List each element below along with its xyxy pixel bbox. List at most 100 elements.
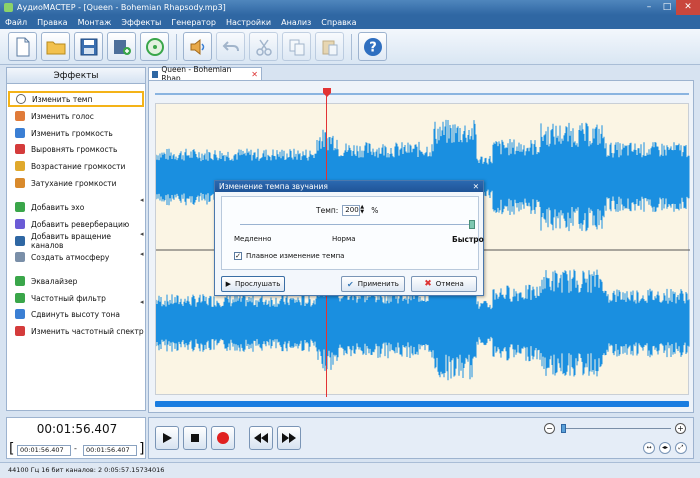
effect-item[interactable]: Изменить громкость xyxy=(7,125,145,141)
play-icon xyxy=(163,433,172,443)
record-cd-button[interactable] xyxy=(140,32,169,61)
dialog-titlebar: Изменение темпа звучания ✕ xyxy=(215,181,483,192)
collapse-arrow-icon[interactable]: ◂ xyxy=(140,298,144,306)
zoom-in-button[interactable]: + xyxy=(675,423,686,434)
menu-settings[interactable]: Настройки xyxy=(221,18,276,27)
cancel-x-icon: ✖ xyxy=(424,279,432,289)
effect-item[interactable]: Добавить эхо xyxy=(7,199,145,215)
tempo-spinner[interactable]: ▲ ▼ xyxy=(360,205,367,216)
effect-item[interactable]: Возрастание громкости xyxy=(7,158,145,174)
menu-generator[interactable]: Генератор xyxy=(166,18,221,27)
folder-icon xyxy=(46,41,65,54)
effect-item[interactable]: Добавить вращение каналов xyxy=(7,232,145,250)
collapse-arrow-icon[interactable]: ◂ xyxy=(140,250,144,258)
menu-bar: Файл Правка Монтаж Эффекты Генератор Нас… xyxy=(0,15,700,29)
selection-end-field[interactable]: 00:01:56.407 xyxy=(83,445,137,456)
fade-out-icon xyxy=(15,178,25,188)
spectrum-icon xyxy=(15,326,25,336)
close-button[interactable]: ✕ xyxy=(676,0,700,15)
tempo-input[interactable]: 200 xyxy=(342,205,361,216)
tab-close-icon[interactable]: ✕ xyxy=(251,70,258,79)
fast-label: Быстро xyxy=(452,235,484,244)
fade-in-icon xyxy=(15,161,25,171)
effect-item[interactable]: Выровнять громкость xyxy=(7,141,145,157)
preview-button[interactable]: ▶ Прослушать xyxy=(221,276,285,292)
effect-item[interactable]: Эквалайзер xyxy=(7,273,145,289)
film-add-icon xyxy=(113,39,131,55)
app-icon xyxy=(4,3,13,12)
effect-item[interactable]: Добавить реверберацию xyxy=(7,216,145,232)
copy-icon xyxy=(289,39,304,55)
new-file-button[interactable] xyxy=(8,32,37,61)
effects-panel: Эффекты Изменить темп Изменить голос Измен… xyxy=(6,67,146,411)
svg-text:?: ? xyxy=(369,40,377,55)
effect-item[interactable]: Изменить голос xyxy=(7,108,145,124)
menu-effects[interactable]: Эффекты xyxy=(116,18,166,27)
import-audio-button[interactable] xyxy=(183,32,212,61)
play-button[interactable] xyxy=(155,426,179,450)
menu-edit[interactable]: Правка xyxy=(32,18,72,27)
zoom-slider-thumb[interactable] xyxy=(561,424,566,433)
help-button[interactable]: ? xyxy=(358,32,387,61)
file-tab[interactable]: Queen - Bohemian Rhap... ✕ xyxy=(148,65,262,83)
zoom-out-button[interactable]: − xyxy=(544,423,555,434)
stop-button[interactable] xyxy=(183,426,207,450)
effect-item[interactable]: Частотный фильтр xyxy=(7,290,145,306)
add-video-button[interactable] xyxy=(107,32,136,61)
check-icon: ✔ xyxy=(347,279,354,289)
undo-button[interactable] xyxy=(216,32,245,61)
tempo-slider-track[interactable] xyxy=(240,224,472,225)
zoom-slider-track[interactable] xyxy=(563,428,671,429)
fit-width-icon[interactable]: ↔ xyxy=(643,442,655,454)
smooth-tempo-row[interactable]: ✓ Плавное изменение темпа xyxy=(234,252,344,260)
paste-icon xyxy=(322,40,337,55)
save-button[interactable] xyxy=(74,32,103,61)
rewind-button[interactable] xyxy=(249,426,273,450)
horizontal-scrollbar[interactable] xyxy=(155,401,689,407)
effect-item-label: Создать атмосферу xyxy=(31,252,110,262)
dialog-close-icon[interactable]: ✕ xyxy=(473,181,479,192)
collapse-arrow-icon[interactable]: ◂ xyxy=(140,230,144,238)
menu-analysis[interactable]: Анализ xyxy=(276,18,316,27)
open-file-button[interactable] xyxy=(41,32,70,61)
effect-item[interactable]: Создать атмосферу xyxy=(7,249,145,265)
cut-button[interactable] xyxy=(249,32,278,61)
fast-forward-button[interactable] xyxy=(277,426,301,450)
volume-icon xyxy=(15,128,25,138)
copy-button[interactable] xyxy=(282,32,311,61)
collapse-arrow-icon[interactable]: ◂ xyxy=(140,196,144,204)
menu-montage[interactable]: Монтаж xyxy=(73,18,117,27)
menu-file[interactable]: Файл xyxy=(0,18,32,27)
tempo-label: Темп: xyxy=(316,206,339,215)
effect-item[interactable]: Изменить частотный спектр xyxy=(7,323,145,339)
effect-item[interactable]: Изменить темп xyxy=(8,91,144,107)
smooth-tempo-checkbox[interactable]: ✓ xyxy=(234,252,242,260)
playhead-marker-icon[interactable] xyxy=(322,87,332,97)
effect-item[interactable]: Затухание громкости xyxy=(7,175,145,191)
effect-item-label: Изменить голос xyxy=(31,111,94,121)
normalize-icon xyxy=(15,144,25,154)
zoom-selection-icon[interactable]: ◂▸ xyxy=(659,442,671,454)
undo-icon xyxy=(222,40,239,51)
effect-item[interactable]: Сдвинуть высоту тона xyxy=(7,306,145,322)
toolbar: ? xyxy=(0,29,700,65)
paste-button[interactable] xyxy=(315,32,344,61)
effect-item-label: Эквалайзер xyxy=(31,276,78,286)
cancel-button[interactable]: ✖ Отмена xyxy=(411,276,477,292)
maximize-button[interactable]: □ xyxy=(658,0,676,15)
tempo-slider-thumb[interactable] xyxy=(469,220,475,229)
effect-item-label: Добавить вращение каналов xyxy=(31,232,111,250)
apply-button[interactable]: ✔ Применить xyxy=(341,276,405,292)
spin-down-icon[interactable]: ▼ xyxy=(360,210,367,215)
timeline-ruler[interactable] xyxy=(155,93,689,95)
selection-start-field[interactable]: 00:01:56.407 xyxy=(17,445,71,456)
rewind-icon xyxy=(254,433,268,443)
record-button[interactable] xyxy=(211,426,235,450)
effect-item-label: Изменить темп xyxy=(32,94,93,104)
menu-help[interactable]: Справка xyxy=(316,18,361,27)
tempo-dialog: Изменение темпа звучания ✕ Темп: 200 ▲ ▼… xyxy=(214,180,484,296)
play-icon: ▶ xyxy=(225,280,232,288)
reverb-icon xyxy=(15,219,25,229)
minimize-button[interactable]: – xyxy=(640,0,658,15)
zoom-fit-icon[interactable]: ⤢ xyxy=(675,442,687,454)
